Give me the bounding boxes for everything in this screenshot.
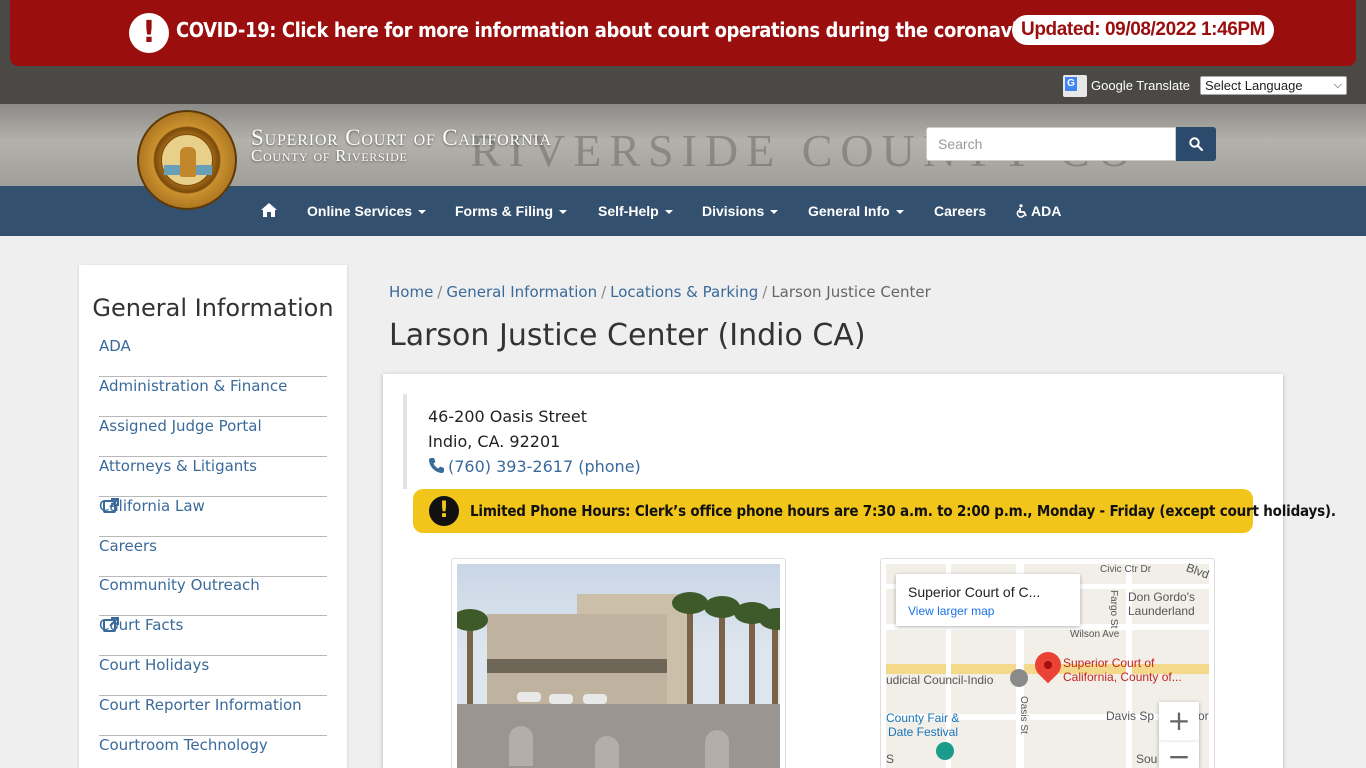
address-city: Indio, CA. 92201: [428, 432, 561, 451]
covid-alert-banner[interactable]: ! COVID-19: Click here for more informat…: [10, 0, 1356, 66]
sidebar-title: General Information: [92, 294, 334, 322]
nav-ada[interactable]: ADA: [1016, 203, 1061, 219]
nav-forms-filing[interactable]: Forms & Filing: [455, 203, 567, 219]
language-select-value: Select Language: [1205, 78, 1303, 93]
phone-link[interactable]: (760) 393-2617 (phone): [428, 457, 641, 476]
caret-down-icon: [664, 210, 673, 215]
caret-down-icon: [418, 210, 427, 215]
search-button[interactable]: [1176, 127, 1216, 161]
exclamation-icon: !: [429, 496, 459, 526]
map-label-s: S: [886, 752, 895, 766]
sidebar-item-ada[interactable]: ADA: [99, 337, 327, 377]
sidebar-item-court-reporter-information[interactable]: Court Reporter Information: [99, 696, 327, 736]
sidebar-item-attorneys-litigants[interactable]: Attorneys & Litigants: [99, 457, 327, 497]
map-label-dongordo: Don Gordo's: [1128, 590, 1195, 604]
chevron-down-icon: ⌵: [1333, 79, 1342, 91]
phone-icon: [429, 458, 444, 473]
language-select[interactable]: Select Language ⌵: [1200, 76, 1347, 95]
seal-emblem: [161, 134, 213, 186]
phone-hours-notice: ! Limited Phone Hours: Clerk’s office ph…: [413, 489, 1336, 533]
nav-online-services[interactable]: Online Services: [307, 203, 427, 219]
address-street: 46-200 Oasis Street: [428, 407, 587, 426]
map-label-oasis: Oasis St: [1018, 696, 1029, 734]
caret-down-icon: [770, 210, 779, 215]
map-label-fair: County Fair &: [886, 711, 960, 725]
updated-badge: Updated: 09/08/2022 1:46PM: [1012, 15, 1275, 45]
caret-down-icon: [895, 210, 904, 215]
google-translate-label: Google Translate: [1091, 78, 1191, 93]
exclamation-icon: !: [129, 13, 169, 53]
map-label-civic: Civic Ctr Dr: [1100, 564, 1152, 575]
search-input[interactable]: Search: [926, 127, 1176, 161]
breadcrumb-general-information[interactable]: General Information: [446, 283, 597, 301]
map-info-card: Superior Court of C... View larger map: [896, 574, 1080, 626]
search-icon: [1189, 137, 1203, 151]
sidebar-item-administration-finance[interactable]: Administration & Finance: [99, 377, 327, 417]
map-zoom-in-button[interactable]: +: [1159, 702, 1199, 742]
nav-self-help[interactable]: Self-Help: [598, 203, 673, 219]
home-icon[interactable]: [261, 203, 277, 217]
sidebar-item-court-holidays[interactable]: Court Holidays: [99, 656, 327, 696]
google-translate-icon: G: [1063, 75, 1087, 97]
map-pin-label-2: California, County of...: [1063, 670, 1182, 684]
court-seal-logo[interactable]: [137, 110, 237, 210]
nav-careers[interactable]: Careers: [934, 203, 986, 219]
phone-hours-text: Limited Phone Hours: Clerk’s office phon…: [470, 502, 1336, 520]
breadcrumb-locations-parking[interactable]: Locations & Parking: [610, 283, 758, 301]
sidebar-item-court-facts[interactable]: Court Facts: [99, 616, 327, 656]
wheelchair-icon: [1016, 204, 1027, 218]
covid-alert-link[interactable]: COVID-19: Click here for more informatio…: [176, 18, 1150, 42]
court-subtitle[interactable]: County of Riverside: [251, 146, 407, 166]
sidebar-item-assigned-judge-portal[interactable]: Assigned Judge Portal: [99, 417, 327, 457]
map-label-wilson: Wilson Ave: [1070, 629, 1120, 640]
map-zoom-out-button[interactable]: −: [1159, 742, 1199, 768]
courthouse-photo: [457, 564, 780, 768]
address-blockquote-bar: [403, 394, 407, 489]
map-label-davis-end: or: [1198, 709, 1209, 723]
breadcrumb-current: Larson Justice Center: [771, 283, 931, 301]
map-label-fargo: Fargo St: [1108, 590, 1119, 629]
breadcrumb-home[interactable]: Home: [389, 283, 433, 301]
nav-divisions[interactable]: Divisions: [702, 203, 779, 219]
map-label-date-festival: Date Festival: [888, 725, 959, 739]
poi-attraction-icon: [936, 742, 954, 760]
page-title: Larson Justice Center (Indio CA): [389, 318, 866, 353]
map-label-launderland: Launderland: [1128, 604, 1195, 618]
caret-down-icon: [559, 210, 567, 215]
sidebar-item-california-law[interactable]: California Law: [99, 497, 327, 537]
sidebar-item-courtroom-technology[interactable]: Courtroom Technology: [99, 736, 327, 768]
poi-icon: [1010, 669, 1028, 687]
map-label-sou: Sou: [1136, 752, 1158, 766]
map-card-title: Superior Court of C...: [908, 584, 1041, 600]
map-label-judicial: udicial Council-Indio: [886, 673, 994, 687]
breadcrumb: Home / General Information / Locations & Par…: [389, 283, 931, 301]
view-larger-map-link[interactable]: View larger map: [908, 604, 994, 618]
nav-general-info[interactable]: General Info: [808, 203, 904, 219]
sidebar-item-careers[interactable]: Careers: [99, 537, 327, 577]
map-label-davis: Davis Sp: [1106, 709, 1155, 723]
map-pin-label-1: Superior Court of: [1063, 656, 1155, 670]
sidebar-item-community-outreach[interactable]: Community Outreach: [99, 576, 327, 616]
